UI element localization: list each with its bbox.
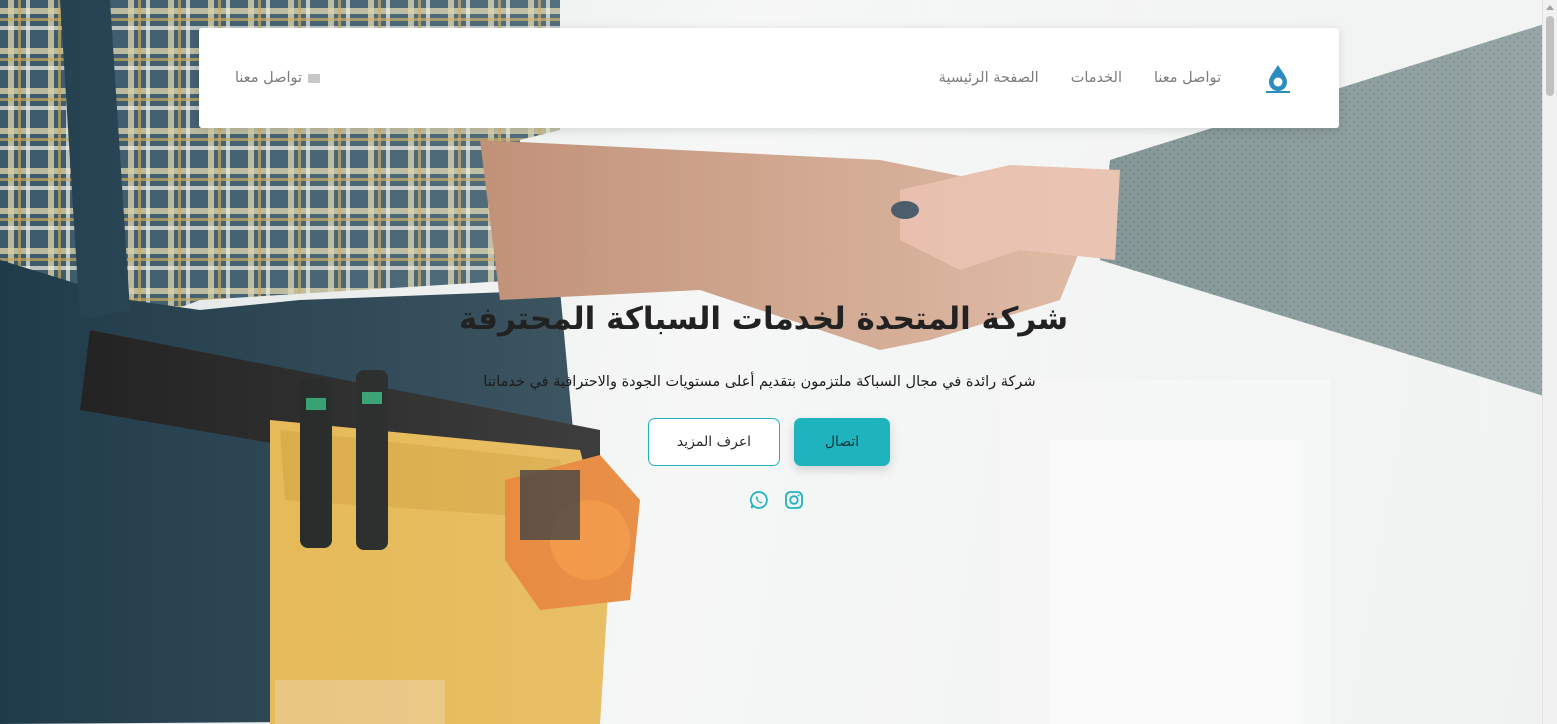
learn-more-button[interactable]: اعرف المزيد <box>648 418 780 466</box>
nav-link-contact[interactable]: تواصل معنا <box>1154 70 1221 86</box>
whatsapp-icon[interactable] <box>749 490 769 510</box>
page: الصفحة الرئيسية الخدمات تواصل معنا تواصل… <box>0 0 1557 724</box>
hero-subtitle: شركة رائدة في مجال السباكة ملتزمون بتقدي… <box>0 374 1543 390</box>
scroll-thumb[interactable] <box>1546 16 1554 96</box>
brand-logo[interactable] <box>1261 62 1295 96</box>
page-scrollbar[interactable] <box>1542 0 1557 724</box>
scroll-up-arrow-icon[interactable] <box>1543 0 1557 14</box>
navbar: الصفحة الرئيسية الخدمات تواصل معنا تواصل… <box>199 28 1339 128</box>
hero-subtitle-text: شركة رائدة في مجال السباكة ملتزمون بتقدي… <box>483 374 1036 390</box>
contact-us-label: تواصل معنا <box>235 70 303 86</box>
envelope-icon <box>308 73 321 83</box>
hero-title-text: شركة المتحدة لخدمات السباكة المحترفة <box>458 301 1069 337</box>
nav-link-services[interactable]: الخدمات <box>1071 70 1122 86</box>
instagram-icon[interactable] <box>784 490 804 510</box>
nav-links: الصفحة الرئيسية الخدمات تواصل معنا <box>939 28 1221 128</box>
hero-title: شركة المتحدة لخدمات السباكة المحترفة <box>0 301 1543 337</box>
call-button[interactable]: اتصال <box>794 418 890 466</box>
nav-link-home[interactable]: الصفحة الرئيسية <box>939 70 1039 86</box>
contact-us-link[interactable]: تواصل معنا <box>235 28 321 128</box>
